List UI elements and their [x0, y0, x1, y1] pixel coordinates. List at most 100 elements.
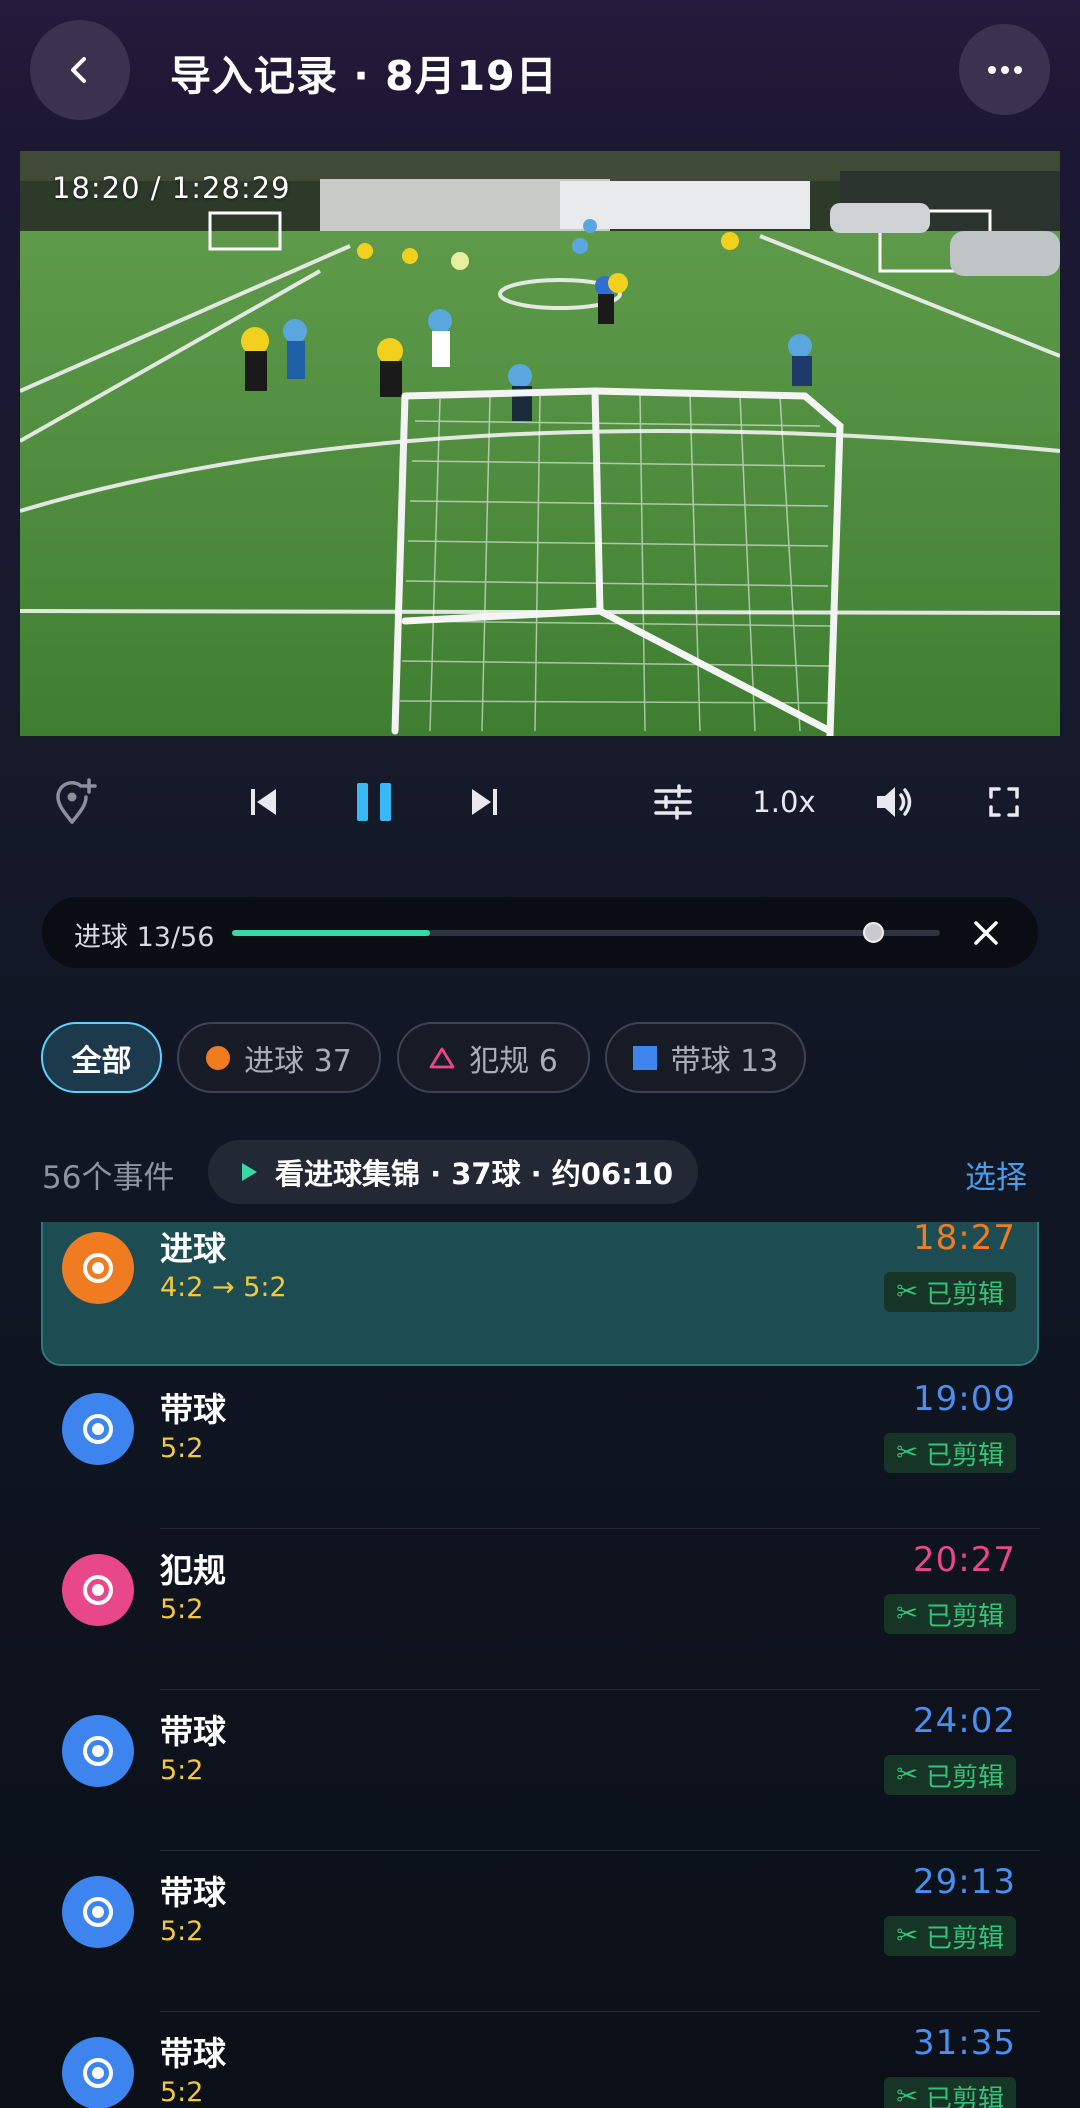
video-frame — [20, 151, 1060, 736]
scissors-icon: ✂ — [896, 1921, 918, 1951]
goal-highlights-button[interactable]: 看进球集锦 · 37球 · 约06:10 — [208, 1140, 698, 1204]
event-row[interactable]: 带球 5:2 19:09 ✂ 已剪辑 — [0, 1379, 1080, 1544]
scissors-icon: ✂ — [896, 1599, 918, 1629]
row-divider — [160, 1850, 1040, 1851]
scissors-icon: ✂ — [896, 1277, 918, 1307]
close-icon — [974, 921, 998, 945]
event-type: 带球 — [160, 1390, 226, 1429]
foul-event-icon — [62, 1554, 134, 1626]
event-score: 5:2 — [160, 2077, 204, 2108]
dribble-square-icon — [632, 1045, 657, 1070]
dribble-event-icon — [62, 2037, 134, 2108]
close-progress-button[interactable] — [964, 911, 1008, 955]
event-time: 19:09 — [913, 1379, 1016, 1419]
filter-chip-foul[interactable]: 犯规 6 — [397, 1022, 590, 1093]
event-progress-track[interactable] — [232, 922, 940, 943]
event-row[interactable]: 带球 5:2 24:02 ✂ 已剪辑 — [0, 1689, 1080, 1866]
goal-event-icon — [62, 1232, 134, 1304]
event-count: 56个事件 — [42, 1160, 175, 1196]
clipped-badge: ✂ 已剪辑 — [884, 1433, 1016, 1473]
clipped-badge: ✂ 已剪辑 — [884, 1272, 1016, 1312]
event-time: 18:27 — [913, 1222, 1016, 1258]
pause-icon — [357, 783, 391, 821]
event-type: 带球 — [160, 1873, 226, 1912]
event-time: 24:02 — [913, 1701, 1016, 1741]
player-controls: 1.0x — [0, 760, 1080, 844]
event-type: 带球 — [160, 2034, 226, 2073]
page-title: 导入记录 · 8月19日 — [170, 52, 558, 100]
clipped-badge: ✂ 已剪辑 — [884, 1594, 1016, 1634]
pause-button[interactable] — [332, 760, 416, 844]
filter-chip-label: 进球 37 — [244, 1043, 352, 1079]
more-dots-icon — [987, 65, 1022, 74]
add-marker-button[interactable] — [34, 760, 118, 844]
event-score: 5:2 — [160, 1594, 204, 1625]
scissors-icon: ✂ — [896, 1760, 918, 1790]
fullscreen-button[interactable] — [962, 760, 1046, 844]
scissors-icon: ✂ — [896, 1438, 918, 1468]
clipped-badge: ✂ 已剪辑 — [884, 2077, 1016, 2108]
scissors-icon: ✂ — [896, 2082, 918, 2108]
row-divider — [160, 1528, 1040, 1529]
previous-button[interactable] — [222, 760, 306, 844]
back-button[interactable] — [30, 20, 130, 120]
event-score: 5:2 — [160, 1916, 204, 1947]
adjust-button[interactable] — [631, 760, 715, 844]
filter-chip-label: 带球 13 — [670, 1043, 779, 1079]
dribble-event-icon — [62, 1715, 134, 1787]
speed-button[interactable]: 1.0x — [740, 760, 828, 844]
volume-icon — [877, 787, 912, 817]
goal-dot-icon — [206, 1045, 231, 1070]
event-row[interactable]: 带球 5:2 31:35 ✂ 已剪辑 — [0, 2011, 1080, 2108]
row-divider — [160, 2011, 1040, 2012]
event-progress-label: 进球 13/56 — [74, 922, 215, 953]
event-progress-handle[interactable] — [863, 922, 884, 943]
event-row[interactable]: 进球 4:2 → 5:2 18:27 ✂ 已剪辑 — [0, 1222, 1080, 1383]
volume-button[interactable] — [852, 760, 936, 844]
event-row[interactable]: 带球 5:2 29:13 ✂ 已剪辑 — [0, 1850, 1080, 2027]
more-button[interactable] — [959, 24, 1050, 115]
filter-chip-label: 全部 — [71, 1043, 132, 1079]
event-type: 带球 — [160, 1712, 226, 1751]
event-score: 4:2 → 5:2 — [160, 1272, 287, 1303]
filter-chip-label: 犯规 6 — [469, 1043, 558, 1079]
event-time: 29:13 — [913, 1862, 1016, 1902]
clipped-badge-label: 已剪辑 — [925, 2084, 1004, 2108]
filter-chip-dribble[interactable]: 带球 13 — [605, 1022, 806, 1093]
clipped-badge-label: 已剪辑 — [925, 1440, 1004, 1471]
video-player[interactable]: 18:20 / 1:28:29 — [20, 151, 1060, 736]
event-score: 5:2 — [160, 1755, 204, 1786]
event-time: 20:27 — [913, 1540, 1016, 1580]
dribble-event-icon — [62, 1393, 134, 1465]
location-plus-icon — [56, 778, 97, 824]
next-button[interactable] — [442, 760, 526, 844]
fullscreen-icon — [989, 787, 1019, 817]
event-score: 5:2 — [160, 1433, 204, 1464]
event-time: 31:35 — [913, 2023, 1016, 2063]
top-bar: 导入记录 · 8月19日 — [0, 0, 1080, 145]
event-type: 进球 — [160, 1229, 226, 1268]
skip-previous-icon — [251, 789, 276, 815]
event-progress-bar: 进球 13/56 — [42, 897, 1038, 968]
event-list: 进球 4:2 → 5:2 18:27 ✂ 已剪辑 带球 5:2 19:09 ✂ … — [0, 1222, 1080, 2108]
clipped-badge-label: 已剪辑 — [925, 1601, 1004, 1632]
filter-chip-all[interactable]: 全部 — [41, 1022, 162, 1093]
clipped-badge-label: 已剪辑 — [925, 1762, 1004, 1793]
event-row[interactable]: 犯规 5:2 20:27 ✂ 已剪辑 — [0, 1528, 1080, 1705]
skip-next-icon — [472, 789, 497, 815]
chevron-left-icon — [71, 57, 86, 83]
app-root: 导入记录 · 8月19日 18:20 / 1:28:29 1.0x 进球 13/… — [0, 0, 1080, 2108]
select-button[interactable]: 选择 — [965, 1152, 1027, 1197]
clipped-badge: ✂ 已剪辑 — [884, 1755, 1016, 1795]
event-type: 犯规 — [160, 1551, 226, 1590]
clipped-badge-label: 已剪辑 — [925, 1279, 1004, 1310]
filter-chip-goal[interactable]: 进球 37 — [177, 1022, 381, 1093]
clipped-badge-label: 已剪辑 — [925, 1923, 1004, 1954]
video-timecode: 18:20 / 1:28:29 — [52, 171, 291, 205]
play-icon — [242, 1163, 257, 1181]
clipped-badge: ✂ 已剪辑 — [884, 1916, 1016, 1956]
goal-highlights-label: 看进球集锦 · 37球 · 约06:10 — [275, 1157, 674, 1191]
dribble-event-icon — [62, 1876, 134, 1948]
sliders-icon — [654, 784, 692, 820]
event-progress-fill — [232, 930, 430, 936]
